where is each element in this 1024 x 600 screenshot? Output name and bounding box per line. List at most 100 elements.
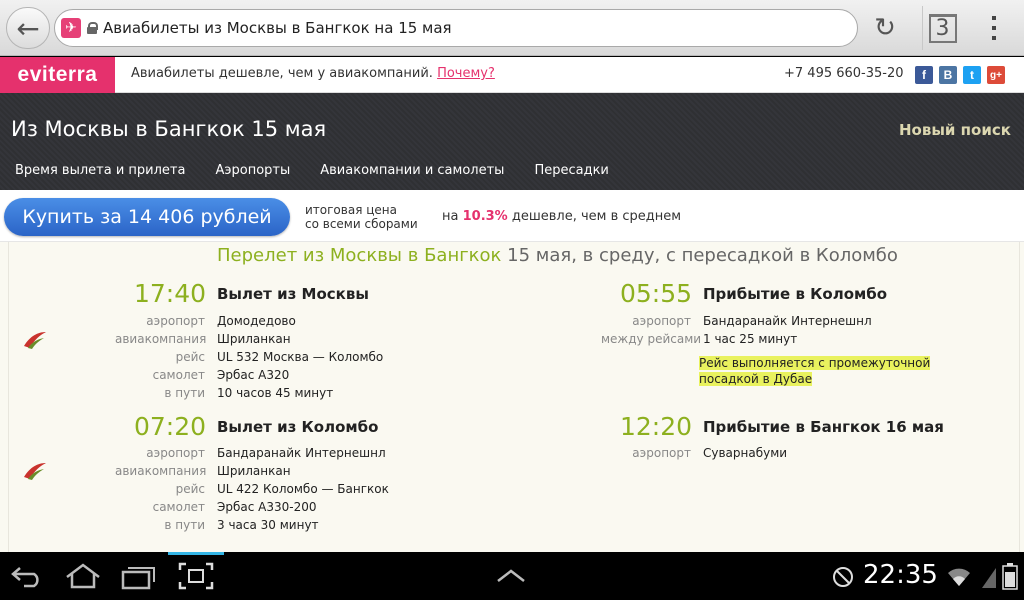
detail-key: аэропорт <box>632 314 691 328</box>
detail-row: аэропорт Бандаранайк Интернешнл <box>115 445 389 461</box>
reload-icon: ↻ <box>874 13 896 43</box>
nav-item-airports[interactable]: Аэропорты <box>215 163 290 178</box>
departure-time: 07:20 <box>133 412 206 441</box>
vkontakte-icon[interactable]: В <box>939 66 957 84</box>
detail-key: авиакомпания <box>115 464 207 478</box>
detail-key: авиакомпания <box>115 332 207 346</box>
page-title-in-urlbar: Авиабилеты из Москвы в Бангкок на 15 мая <box>103 19 452 37</box>
detail-key: самолет <box>152 500 205 514</box>
detail-row: авиакомпания Шриланкан <box>115 331 383 347</box>
nav-item-airlines[interactable]: Авиакомпании и самолеты <box>320 163 504 178</box>
detail-row: самолет Эрбас A330-200 <box>115 499 389 515</box>
results-header: Из Москвы в Бангкок 15 мая Новый поиск В… <box>0 93 1024 190</box>
back-arrow-icon: ← <box>16 11 40 45</box>
detail-value: Суварнабуми <box>703 446 788 460</box>
menu-dot-icon <box>992 16 996 20</box>
arrival-details: аэропорт Бандаранайк Интернешнл между рей… <box>601 313 872 347</box>
site-topbar: eviterra Авиабилеты дешевле, чем у авиак… <box>0 57 1024 93</box>
detail-key: рейс <box>175 350 205 364</box>
detail-row: в пути 10 часов 45 минут <box>115 385 383 401</box>
detail-row: аэропорт Домодедово <box>115 313 383 329</box>
detail-row: авиакомпания Шриланкан <box>115 463 389 479</box>
detail-value: Домодедово <box>217 314 296 328</box>
data-saver-icon <box>833 567 853 587</box>
flight-title: Перелет из Москвы в Бангкок 15 мая, в ср… <box>217 245 898 266</box>
facebook-icon[interactable]: f <box>915 66 933 84</box>
page-title: Из Москвы в Бангкок 15 мая <box>11 117 327 141</box>
system-home-icon[interactable] <box>64 562 102 590</box>
detail-value: 3 часа 30 минут <box>217 518 319 532</box>
arrival-time: 12:20 <box>619 412 692 441</box>
tabs-button[interactable]: 3 <box>922 6 962 50</box>
back-button[interactable]: ← <box>6 7 50 49</box>
menu-dot-icon <box>992 36 996 40</box>
site-favicon-icon: ✈ <box>61 18 81 38</box>
reload-button[interactable]: ↻ <box>862 9 908 47</box>
departure-label: Вылет из Москвы <box>217 285 369 303</box>
detail-key: в пути <box>164 518 205 532</box>
detail-row: между рейсами 1 час 25 минут <box>601 331 872 347</box>
cheaper-percent: 10.3% <box>462 209 508 224</box>
detail-value: Эрбас A320 <box>217 368 290 382</box>
detail-key: между рейсами <box>601 332 702 346</box>
system-back-icon[interactable] <box>10 564 44 588</box>
arrival-label: Прибытие в Бангкок 16 мая <box>703 418 944 436</box>
detail-row: рейс UL 532 Москва — Коломбо <box>115 349 384 365</box>
nav-item-times[interactable]: Время вылета и прилета <box>15 163 185 178</box>
detail-value: Шриланкан <box>217 332 291 346</box>
arrival-time: 05:55 <box>619 279 692 308</box>
address-bar[interactable]: ✈ Авиабилеты из Москвы в Бангкок на 15 м… <box>54 9 858 47</box>
cheaper-prefix: на <box>442 209 459 224</box>
chevron-up-icon[interactable] <box>495 568 527 584</box>
detail-row: аэропорт Бандаранайк Интернешнл <box>601 313 872 329</box>
stopover-note-text: Рейс выполняется с промежуточной посадко… <box>699 356 931 386</box>
cheaper-note: на 10.3% дешевле, чем в среднем <box>442 209 681 224</box>
detail-row: в пути 3 часа 30 минут <box>115 517 389 533</box>
phone-number: +7 495 660-35-20 <box>784 66 904 81</box>
recent-apps-icon[interactable] <box>121 564 157 590</box>
google-plus-icon[interactable]: g+ <box>987 66 1005 84</box>
price-note-line1: итоговая цена <box>305 203 397 217</box>
wifi-icon <box>948 568 970 586</box>
why-link[interactable]: Почему? <box>437 66 495 81</box>
detail-key: аэропорт <box>146 446 205 460</box>
detail-key: аэропорт <box>146 314 205 328</box>
buy-button[interactable]: Купить за 14 406 рублей <box>4 198 290 236</box>
departure-details: аэропорт Домодедово авиакомпания Шриланкан… <box>115 313 383 401</box>
detail-value: UL 422 Коломбо — Бангкок <box>217 482 389 496</box>
arrival-label: Прибытие в Коломбо <box>703 285 888 303</box>
detail-row: самолет Эрбас A320 <box>115 367 383 383</box>
detail-row: рейс UL 422 Коломбо — Бангкок <box>115 481 389 497</box>
detail-value: Бандаранайк Интернешнл <box>217 446 386 460</box>
system-navigation-bar: 22:35 <box>0 552 1024 600</box>
flight-title-route: Перелет из Москвы в Бангкок <box>217 245 502 266</box>
eviterra-logo[interactable]: eviterra <box>0 57 115 93</box>
flight-title-details: 15 мая, в среду, с пересадкой в Коломбо <box>507 245 898 266</box>
overflow-menu-button[interactable] <box>976 12 1012 44</box>
cheaper-suffix: дешевле, чем в среднем <box>511 209 682 224</box>
departure-details: аэропорт Бандаранайк Интернешнл авиакомпа… <box>115 445 389 533</box>
screenshot-icon[interactable] <box>178 562 214 590</box>
detail-value: Бандаранайк Интернешнл <box>703 314 872 328</box>
price-note: итоговая цена со всеми сборами <box>305 203 418 231</box>
browser-toolbar: ← ✈ Авиабилеты из Москвы в Бангкок на 15… <box>0 0 1024 56</box>
departure-time: 17:40 <box>133 279 206 308</box>
screenshot-highlight <box>168 552 224 555</box>
twitter-icon[interactable]: t <box>963 66 981 84</box>
detail-value: Эрбас A330-200 <box>217 500 317 514</box>
battery-icon <box>1002 563 1018 590</box>
flight-details: Перелет из Москвы в Бангкок 15 мая, в ср… <box>0 242 1024 552</box>
new-search-link[interactable]: Новый поиск <box>899 121 1011 139</box>
nav-item-transfers[interactable]: Пересадки <box>534 163 608 178</box>
detail-key: самолет <box>152 368 205 382</box>
detail-row: аэропорт Суварнабуми <box>601 445 787 461</box>
detail-value: 10 часов 45 минут <box>217 386 334 400</box>
srilankan-logo-icon <box>24 463 46 480</box>
srilankan-logo-icon <box>24 332 46 349</box>
lock-icon <box>87 22 98 34</box>
tagline-text: Авиабилеты дешевле, чем у авиакомпаний. <box>131 66 433 81</box>
detail-key: рейс <box>175 482 205 496</box>
detail-value: 1 час 25 минут <box>703 332 798 346</box>
filter-nav: Время вылета и прилета Аэропорты Авиаком… <box>15 163 609 178</box>
detail-key: в пути <box>164 386 205 400</box>
